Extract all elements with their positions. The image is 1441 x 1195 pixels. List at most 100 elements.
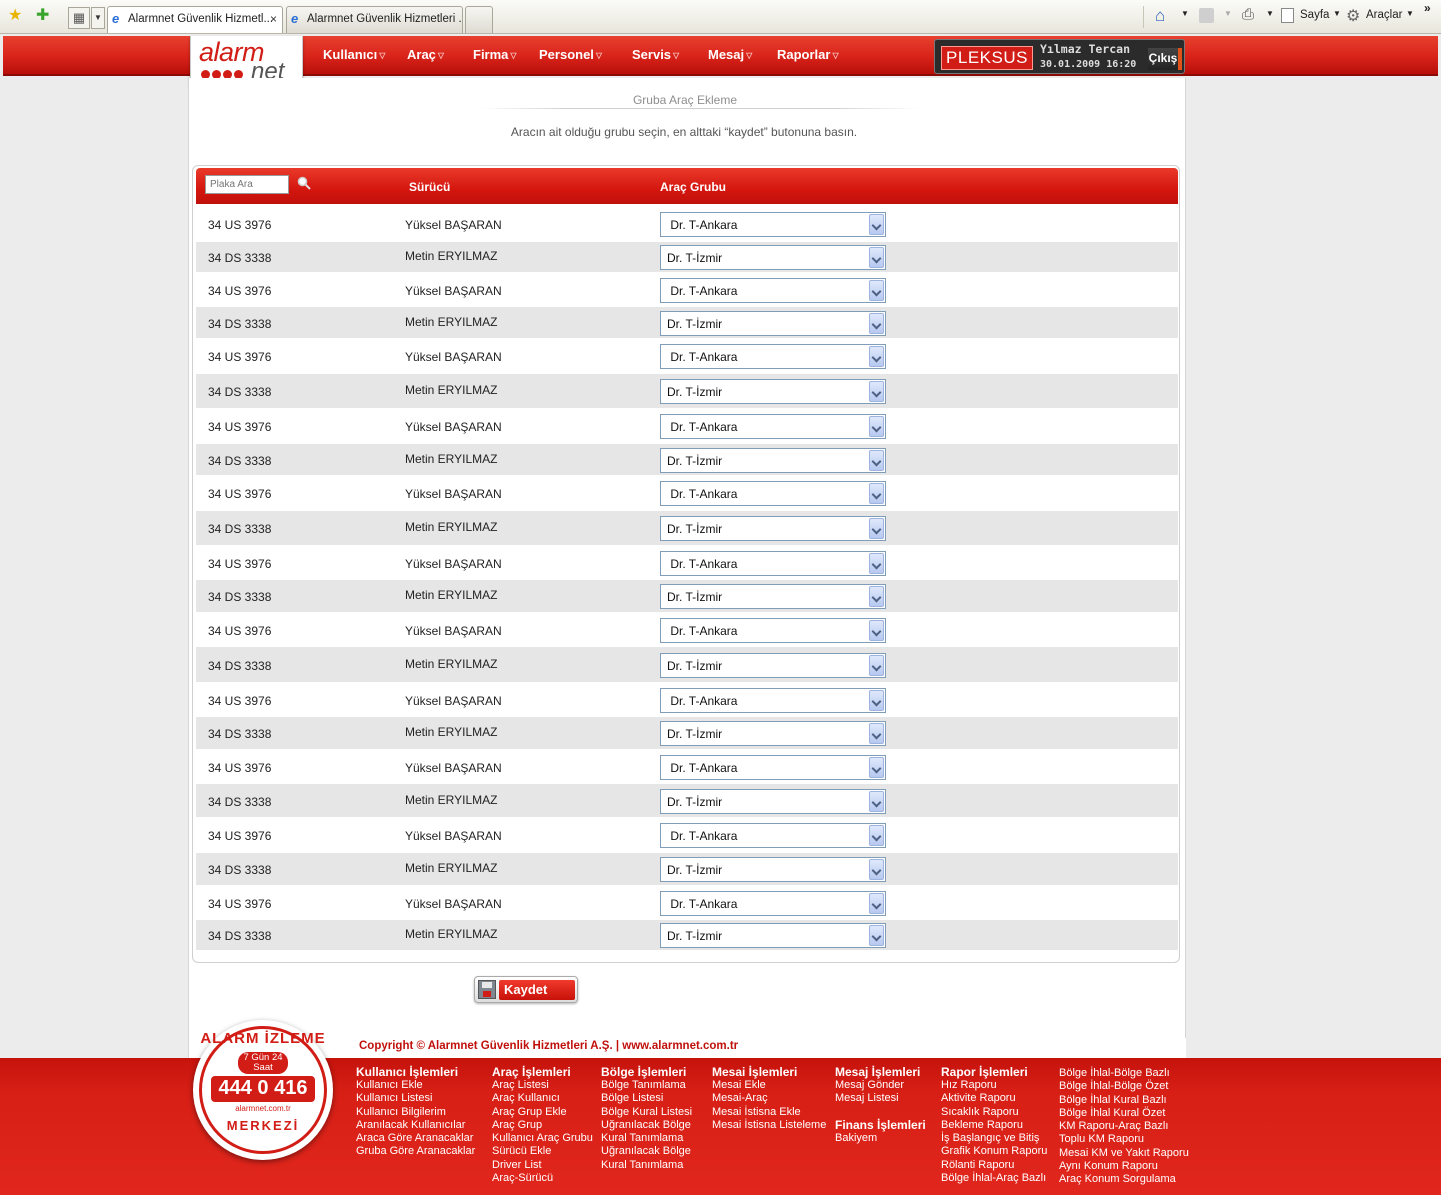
rss-feed-icon[interactable]	[1199, 8, 1214, 23]
footer-link[interactable]: Uğranılacak Bölge	[601, 1145, 692, 1158]
chevron-down-icon[interactable]	[869, 483, 884, 504]
nav-servis[interactable]: Servis ▽	[632, 47, 679, 62]
footer-link[interactable]: Araç Listesi	[492, 1079, 593, 1092]
footer-link[interactable]: Mesaj Listesi	[835, 1092, 926, 1105]
tab-list-chevron-down-icon[interactable]: ▼	[91, 7, 105, 29]
chevron-down-icon[interactable]	[869, 381, 884, 402]
chevron-down-icon[interactable]	[869, 757, 884, 778]
footer-link[interactable]: Toplu KM Raporu	[1059, 1133, 1189, 1146]
footer-link[interactable]: Gruba Göre Aranacaklar	[356, 1145, 475, 1158]
add-favorite-icon[interactable]: ✚	[36, 8, 49, 24]
nav-raporlar[interactable]: Raporlar ▽	[777, 47, 839, 62]
footer-link[interactable]: Mesai İstisna Ekle	[712, 1106, 826, 1119]
group-select[interactable]: Dr. T-İzmir	[660, 923, 886, 948]
favorites-star-icon[interactable]: ★	[8, 8, 22, 24]
chevron-down-icon[interactable]	[869, 655, 884, 676]
search-icon[interactable]	[297, 176, 311, 190]
footer-link[interactable]: Bölge İhlal-Araç Bazlı	[941, 1172, 1047, 1185]
new-tab-button[interactable]	[465, 6, 493, 33]
footer-link[interactable]: Araç Kullanıcı	[492, 1092, 593, 1105]
nav-firma[interactable]: Firma ▽	[473, 47, 517, 62]
group-select[interactable]: Dr. T-İzmir	[660, 516, 886, 541]
toolbar-overflow-icon[interactable]: »	[1424, 1, 1431, 15]
footer-link[interactable]: Sürücü Ekle	[492, 1145, 593, 1158]
chevron-down-icon[interactable]	[869, 925, 884, 946]
group-select[interactable]: Dr. T-Ankara	[660, 481, 886, 506]
footer-link[interactable]: Rölanti Raporu	[941, 1159, 1047, 1172]
chevron-down-icon[interactable]	[869, 586, 884, 607]
chevron-down-icon[interactable]	[869, 346, 884, 367]
footer-link[interactable]: Hız Raporu	[941, 1079, 1047, 1092]
footer-link[interactable]: KM Raporu-Araç Bazlı	[1059, 1120, 1189, 1133]
footer-link[interactable]: Mesai-Araç	[712, 1092, 826, 1105]
save-button[interactable]: Kaydet	[474, 976, 578, 1003]
chevron-down-icon[interactable]	[869, 859, 884, 880]
footer-link[interactable]: Mesai İstisna Listeleme	[712, 1119, 826, 1132]
group-select[interactable]: Dr. T-Ankara	[660, 278, 886, 303]
group-select[interactable]: Dr. T-İzmir	[660, 789, 886, 814]
chevron-down-icon[interactable]	[869, 893, 884, 914]
tools-menu-chevron-down-icon[interactable]: ▼	[1406, 9, 1414, 18]
nav-mesaj[interactable]: Mesaj ▽	[708, 47, 752, 62]
group-select[interactable]: Dr. T-İzmir	[660, 311, 886, 336]
quick-tabs-icon[interactable]: ▦	[68, 7, 90, 29]
print-dropdown-chevron-down-icon[interactable]: ▼	[1266, 9, 1274, 18]
footer-link[interactable]: Bölge Tanımlama	[601, 1079, 692, 1092]
group-select[interactable]: Dr. T-Ankara	[660, 212, 886, 237]
browser-tab[interactable]: e Alarmnet Güvenlik Hizmetleri ...	[286, 6, 463, 33]
nav-kullanici[interactable]: Kullanıcı ▽	[323, 47, 385, 62]
page-menu-chevron-down-icon[interactable]: ▼	[1333, 9, 1341, 18]
group-select[interactable]: Dr. T-İzmir	[660, 379, 886, 404]
footer-link[interactable]: Aynı Konum Raporu	[1059, 1160, 1189, 1173]
footer-link[interactable]: Kullanıcı Listesi	[356, 1092, 475, 1105]
chevron-down-icon[interactable]	[869, 450, 884, 471]
group-select[interactable]: Dr. T-İzmir	[660, 245, 886, 270]
chevron-down-icon[interactable]	[869, 620, 884, 641]
feed-dropdown-chevron-down-icon[interactable]: ▼	[1224, 9, 1232, 18]
chevron-down-icon[interactable]	[869, 416, 884, 437]
group-select[interactable]: Dr. T-Ankara	[660, 551, 886, 576]
group-select[interactable]: Dr. T-İzmir	[660, 653, 886, 678]
nav-personel[interactable]: Personel ▽	[539, 47, 602, 62]
footer-link[interactable]: Mesai Ekle	[712, 1079, 826, 1092]
group-select[interactable]: Dr. T-İzmir	[660, 857, 886, 882]
group-select[interactable]: Dr. T-Ankara	[660, 755, 886, 780]
group-select[interactable]: Dr. T-İzmir	[660, 448, 886, 473]
group-select[interactable]: Dr. T-Ankara	[660, 618, 886, 643]
footer-link[interactable]: Bölge İhlal Kural Bazlı	[1059, 1094, 1189, 1107]
footer-link[interactable]: Aranılacak Kullanıcılar	[356, 1119, 475, 1132]
footer-link[interactable]: Bakiyem	[835, 1132, 926, 1145]
footer-link[interactable]: Kural Tanımlama	[601, 1159, 692, 1172]
footer-link[interactable]: Kullanıcı Araç Grubu	[492, 1132, 593, 1145]
home-dropdown-chevron-down-icon[interactable]: ▼	[1181, 9, 1189, 18]
footer-link[interactable]: Bölge İhlal Kural Özet	[1059, 1107, 1189, 1120]
chevron-down-icon[interactable]	[869, 247, 884, 268]
print-icon[interactable]: ⎙	[1242, 6, 1254, 23]
chevron-down-icon[interactable]	[869, 553, 884, 574]
group-select[interactable]: Dr. T-İzmir	[660, 721, 886, 746]
footer-link[interactable]: Driver List	[492, 1159, 593, 1172]
footer-link[interactable]: İş Başlangıç ve Bitiş	[941, 1132, 1047, 1145]
browser-tab-active[interactable]: e Alarmnet Güvenlik Hizmetl... ×	[107, 6, 283, 33]
logout-button[interactable]: Çıkış	[1148, 48, 1182, 70]
chevron-down-icon[interactable]	[869, 791, 884, 812]
group-select[interactable]: Dr. T-İzmir	[660, 584, 886, 609]
footer-link[interactable]: Bölge Listesi	[601, 1092, 692, 1105]
page-menu-label[interactable]: Sayfa	[1300, 9, 1329, 21]
footer-link[interactable]: Aktivite Raporu	[941, 1092, 1047, 1105]
plate-search-input[interactable]	[205, 175, 289, 194]
footer-link[interactable]: Kural Tanımlama	[601, 1132, 692, 1145]
footer-link[interactable]: Grafik Konum Raporu	[941, 1145, 1047, 1158]
footer-link[interactable]: Kullanıcı Bilgilerim	[356, 1106, 475, 1119]
footer-link[interactable]: Mesai KM ve Yakıt Raporu	[1059, 1147, 1189, 1160]
footer-link[interactable]: Bölge İhlal-Bölge Bazlı	[1059, 1067, 1189, 1080]
chevron-down-icon[interactable]	[869, 690, 884, 711]
group-select[interactable]: Dr. T-Ankara	[660, 823, 886, 848]
chevron-down-icon[interactable]	[869, 214, 884, 235]
group-select[interactable]: Dr. T-Ankara	[660, 414, 886, 439]
footer-link[interactable]: Mesaj Gönder	[835, 1079, 926, 1092]
footer-link[interactable]: Bekleme Raporu	[941, 1119, 1047, 1132]
footer-link[interactable]: Bölge Kural Listesi	[601, 1106, 692, 1119]
tools-menu-label[interactable]: Araçlar	[1366, 9, 1402, 21]
nav-arac[interactable]: Araç ▽	[407, 47, 444, 62]
